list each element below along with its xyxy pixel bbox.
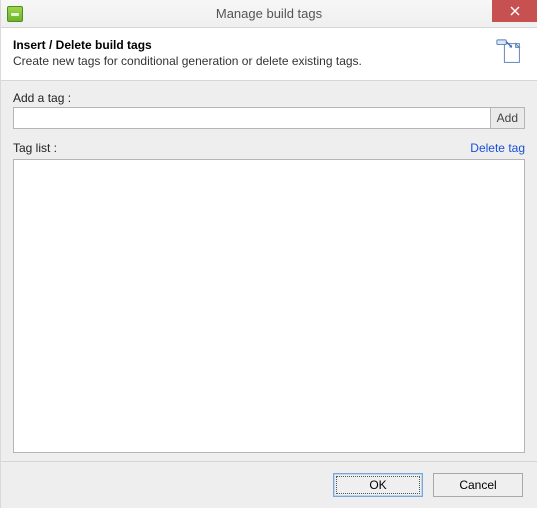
footer-panel: OK Cancel xyxy=(1,462,537,508)
add-tag-label: Add a tag : xyxy=(13,91,525,105)
delete-tag-link[interactable]: Delete tag xyxy=(470,141,525,155)
header-subtitle: Create new tags for conditional generati… xyxy=(13,54,525,68)
add-tag-row: Add xyxy=(13,107,525,129)
window-title: Manage build tags xyxy=(1,6,537,21)
tag-list[interactable] xyxy=(13,159,525,453)
tag-list-header: Tag list : Delete tag xyxy=(13,141,525,157)
ok-button[interactable]: OK xyxy=(333,473,423,497)
body-panel: Add a tag : Add Tag list : Delete tag xyxy=(1,81,537,462)
header-panel: Insert / Delete build tags Create new ta… xyxy=(1,28,537,81)
header-title: Insert / Delete build tags xyxy=(13,38,525,52)
tags-document-icon xyxy=(495,38,525,68)
app-icon xyxy=(7,6,23,22)
tag-list-label: Tag list : xyxy=(13,141,57,155)
close-icon xyxy=(510,6,520,16)
cancel-button[interactable]: Cancel xyxy=(433,473,523,497)
dialog-window: Manage build tags Insert / Delete build … xyxy=(0,0,537,508)
add-tag-input[interactable] xyxy=(13,107,491,129)
title-bar: Manage build tags xyxy=(1,0,537,28)
close-button[interactable] xyxy=(492,0,537,22)
add-tag-button[interactable]: Add xyxy=(491,107,525,129)
